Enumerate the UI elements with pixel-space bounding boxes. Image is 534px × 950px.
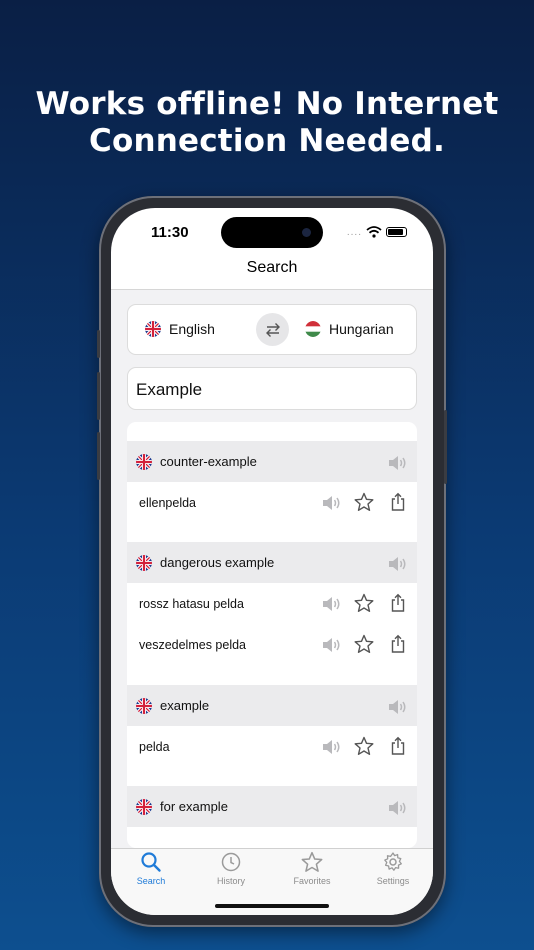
speaker-icon[interactable] bbox=[387, 554, 407, 574]
promo-headline-line1: Works offline! No Internet bbox=[35, 86, 499, 122]
star-icon[interactable] bbox=[354, 593, 374, 613]
swap-languages-button[interactable] bbox=[256, 313, 289, 346]
result-word: counter-example bbox=[160, 454, 257, 469]
tab-label: Search bbox=[136, 876, 166, 886]
translation-text: rossz hatasu pelda bbox=[139, 597, 244, 611]
share-icon[interactable] bbox=[388, 736, 408, 756]
uk-flag-icon bbox=[136, 454, 152, 470]
speaker-icon[interactable] bbox=[321, 493, 341, 513]
target-language-label: Hungarian bbox=[329, 321, 394, 337]
status-indicators: .... bbox=[347, 226, 407, 238]
translation-row[interactable]: rossz hatasu pelda bbox=[127, 583, 417, 624]
home-indicator[interactable] bbox=[215, 904, 329, 908]
result-word: dangerous example bbox=[160, 555, 275, 570]
result-header-for-example[interactable]: for example bbox=[127, 786, 417, 827]
result-word: example bbox=[160, 698, 210, 713]
tab-favorites[interactable]: Favorites bbox=[272, 851, 352, 886]
result-header-dangerous-example[interactable]: dangerous example bbox=[127, 542, 417, 583]
phone-volume-down bbox=[97, 432, 100, 480]
share-icon[interactable] bbox=[388, 593, 408, 613]
results-list: counter-example ellenpelda dangerous exa… bbox=[127, 422, 417, 848]
star-icon[interactable] bbox=[354, 492, 374, 512]
dynamic-island bbox=[221, 217, 323, 248]
tab-search[interactable]: Search bbox=[111, 851, 191, 886]
phone-volume-up bbox=[97, 372, 100, 420]
tab-label: Favorites bbox=[293, 876, 331, 886]
star-icon bbox=[301, 851, 323, 872]
uk-flag-icon bbox=[136, 799, 152, 815]
tab-label: History bbox=[216, 876, 245, 886]
hungary-flag-icon bbox=[305, 321, 321, 337]
tab-history[interactable]: History bbox=[191, 851, 271, 886]
uk-flag-icon bbox=[136, 555, 152, 571]
target-language-button[interactable]: Hungarian bbox=[305, 321, 394, 337]
translation-row[interactable]: pelda bbox=[127, 726, 417, 767]
share-icon[interactable] bbox=[388, 634, 408, 654]
promo-headline-line2: Connection Needed. bbox=[89, 123, 445, 159]
share-icon[interactable] bbox=[388, 492, 408, 512]
speaker-icon[interactable] bbox=[321, 737, 341, 757]
signal-dots: .... bbox=[346, 226, 362, 238]
tab-label: Settings bbox=[376, 876, 410, 886]
tab-settings[interactable]: Settings bbox=[353, 851, 433, 886]
status-time: 11:30 bbox=[151, 224, 189, 241]
result-header-example[interactable]: example bbox=[127, 685, 417, 726]
translation-text: pelda bbox=[139, 740, 170, 754]
phone-silent-switch bbox=[97, 330, 100, 358]
translation-row[interactable]: ellenpelda bbox=[127, 482, 417, 523]
speaker-icon[interactable] bbox=[387, 697, 407, 717]
uk-flag-icon bbox=[145, 321, 161, 337]
speaker-icon[interactable] bbox=[387, 453, 407, 473]
language-selector: English Hungarian bbox=[127, 304, 417, 355]
promo-headline: Works offline! No Internet Connection Ne… bbox=[0, 86, 534, 160]
source-language-label: English bbox=[169, 321, 215, 337]
star-icon[interactable] bbox=[354, 736, 374, 756]
page-title: Search bbox=[246, 259, 298, 276]
uk-flag-icon bbox=[136, 698, 152, 714]
result-word: for example bbox=[160, 799, 228, 814]
speaker-icon[interactable] bbox=[321, 635, 341, 655]
search-icon bbox=[141, 852, 161, 872]
search-input[interactable]: Example bbox=[127, 367, 417, 410]
translation-text: ellenpelda bbox=[139, 496, 196, 510]
gear-icon bbox=[384, 852, 402, 871]
phone-power-button bbox=[444, 410, 447, 484]
battery-icon bbox=[386, 227, 407, 237]
result-header-counter-example[interactable]: counter-example bbox=[127, 441, 417, 482]
swap-arrows-icon bbox=[265, 322, 280, 337]
wifi-icon bbox=[366, 226, 382, 238]
speaker-icon[interactable] bbox=[321, 594, 341, 614]
translation-row[interactable]: veszedelmes pelda bbox=[127, 624, 417, 665]
star-icon[interactable] bbox=[354, 634, 374, 654]
phone-screen: 11:30 .... Search English Hungarian Exam… bbox=[111, 208, 433, 915]
translation-text: veszedelmes pelda bbox=[139, 638, 247, 652]
speaker-icon[interactable] bbox=[387, 798, 407, 818]
source-language-button[interactable]: English bbox=[145, 321, 215, 337]
clock-icon bbox=[221, 852, 241, 872]
